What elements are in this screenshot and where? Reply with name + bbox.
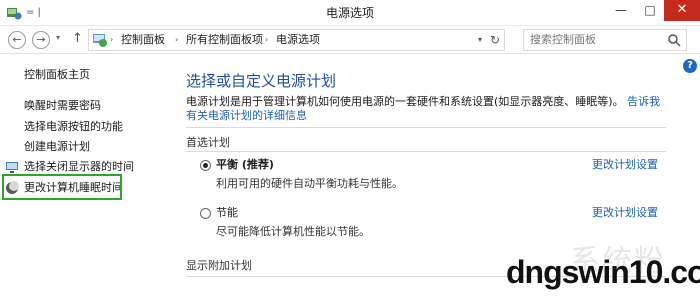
control-panel-icon bbox=[93, 34, 107, 47]
help-icon[interactable]: ? bbox=[683, 59, 697, 73]
monitor-icon bbox=[6, 162, 18, 173]
plan-balanced-radio[interactable] bbox=[200, 160, 211, 171]
minimize-button[interactable]: — bbox=[607, 0, 635, 21]
plan-balanced-description: 利用可用的硬件自动平衡功耗与性能。 bbox=[216, 177, 403, 190]
breadcrumb-control-panel[interactable]: 控制面板 bbox=[121, 30, 165, 50]
close-button[interactable]: ✕ bbox=[664, 0, 700, 21]
sidebar-item-power-buttons[interactable]: 选择电源按钮的功能 bbox=[24, 120, 123, 134]
preferred-plans-heading: 首选计划 bbox=[186, 136, 230, 149]
plan-power-saver-radio[interactable] bbox=[200, 208, 211, 219]
watermark-text: dngswin10.com bbox=[506, 254, 700, 290]
show-additional-plans-toggle[interactable]: 显示附加计划 bbox=[186, 259, 252, 273]
plan-power-saver-label[interactable]: 节能 bbox=[216, 206, 238, 220]
change-plan-settings-power-saver-link[interactable]: 更改计划设置 bbox=[592, 206, 658, 220]
description-text: 电源计划是用于管理计算机如何使用电源的一套硬件和系统设置(如显示器亮度、睡眠等)… bbox=[186, 95, 624, 108]
left-pane: 控制面板主页 唤醒时需要密码 选择电源按钮的功能 创建电源计划 选择关闭显示器的… bbox=[0, 55, 170, 306]
search-icon[interactable] bbox=[667, 33, 681, 47]
maximize-button[interactable]: □ bbox=[636, 0, 664, 21]
plan-balanced-label[interactable]: 平衡 (推荐) bbox=[216, 158, 274, 172]
sidebar-item-require-password[interactable]: 唤醒时需要密码 bbox=[24, 99, 101, 113]
breadcrumb-power-options[interactable]: 电源选项 bbox=[276, 30, 320, 50]
title-bar: = | 电源选项 — □ ✕ bbox=[0, 0, 700, 26]
page-title: 选择或自定义电源计划 bbox=[186, 72, 337, 90]
page-description: 电源计划是用于管理计算机如何使用电源的一套硬件和系统设置(如显示器亮度、睡眠等)… bbox=[186, 95, 666, 123]
up-button[interactable]: ↑ bbox=[72, 31, 83, 46]
forward-button[interactable]: → bbox=[32, 31, 50, 49]
breadcrumb-separator[interactable]: › bbox=[110, 30, 113, 50]
refresh-icon[interactable]: ↻ bbox=[490, 30, 500, 50]
address-bar[interactable]: › 控制面板 › 所有控制面板项 › 电源选项 ▾ ↻ bbox=[88, 29, 505, 51]
navigation-bar: ← → ▾ ↑ › 控制面板 › 所有控制面板项 › 电源选项 ▾ ↻ 搜索控制… bbox=[0, 26, 700, 54]
recent-locations-dropdown-icon[interactable]: ▾ bbox=[56, 33, 60, 42]
window-title: 电源选项 bbox=[325, 6, 374, 20]
breadcrumb-separator[interactable]: › bbox=[175, 30, 178, 50]
plan-power-saver-description: 尽可能降低计算机性能以节能。 bbox=[216, 225, 370, 238]
change-plan-settings-balanced-link[interactable]: 更改计划设置 bbox=[592, 158, 658, 172]
back-button[interactable]: ← bbox=[8, 31, 26, 49]
control-panel-home-link[interactable]: 控制面板主页 bbox=[24, 68, 90, 82]
address-dropdown-icon[interactable]: ▾ bbox=[478, 30, 482, 50]
breadcrumb-all-items[interactable]: 所有控制面板项 bbox=[186, 30, 263, 50]
sidebar-item-display-off-time[interactable]: 选择关闭显示器的时间 bbox=[24, 160, 134, 174]
highlight-box bbox=[2, 174, 122, 200]
search-placeholder[interactable]: 搜索控制面板 bbox=[530, 30, 596, 50]
search-box[interactable]: 搜索控制面板 bbox=[523, 29, 687, 51]
sidebar-item-create-plan[interactable]: 创建电源计划 bbox=[24, 140, 90, 154]
divider bbox=[186, 151, 666, 152]
breadcrumb-separator[interactable]: › bbox=[265, 30, 268, 50]
divider bbox=[186, 127, 666, 128]
